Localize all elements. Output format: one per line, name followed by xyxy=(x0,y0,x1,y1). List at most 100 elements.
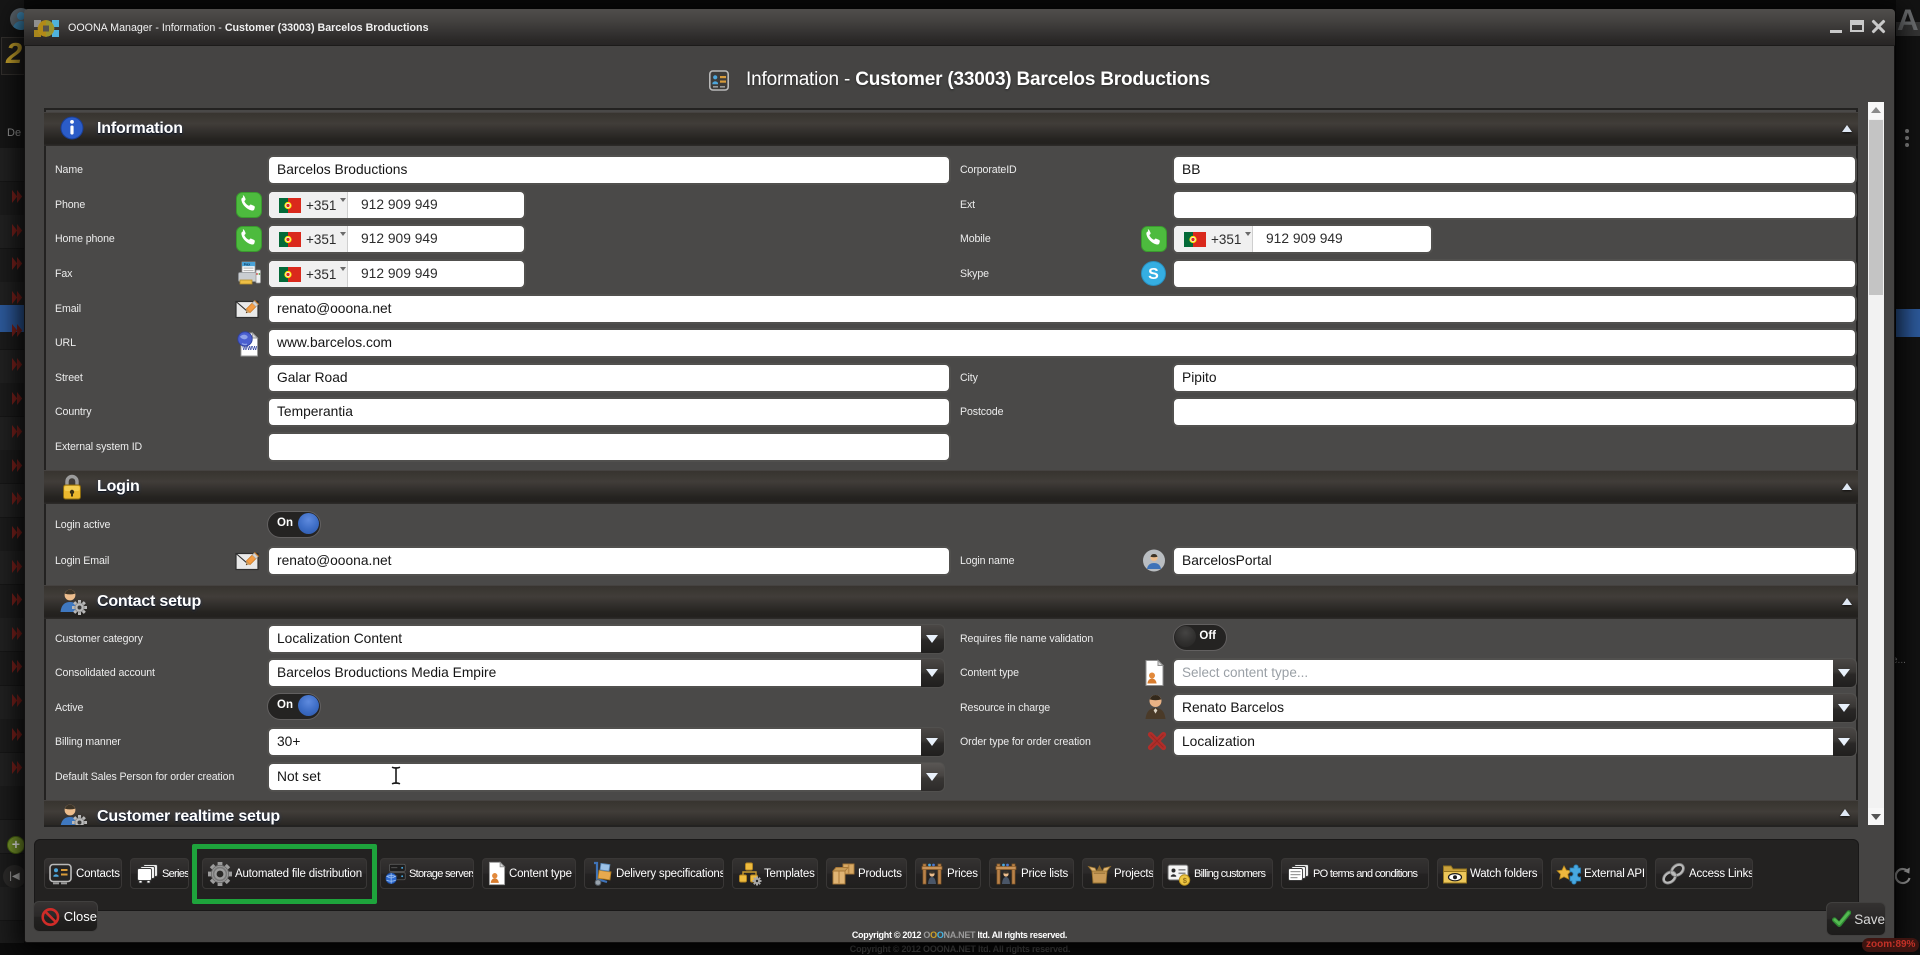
dial-code-selector[interactable]: +351 xyxy=(269,192,348,218)
scrollbar-thumb[interactable] xyxy=(1869,120,1883,295)
email-input[interactable]: renato@ooona.net xyxy=(267,294,1857,324)
close-button[interactable]: Close xyxy=(33,901,98,932)
section-header-customer-realtime-setup[interactable]: Customer realtime setup xyxy=(44,800,1858,825)
chevron-down-icon xyxy=(1245,232,1251,236)
city-input[interactable]: Pipito xyxy=(1172,363,1857,393)
toolbar-button-external-api[interactable]: External API xyxy=(1551,858,1647,889)
toolbar-button-delivery-specifications[interactable]: Delivery specifications xyxy=(584,858,724,889)
name-label: Name xyxy=(55,155,83,185)
street-input[interactable]: Galar Road xyxy=(267,363,951,393)
postcode-label: Postcode xyxy=(960,397,1003,427)
toolbar-button-content-type[interactable]: Content type xyxy=(482,858,576,889)
chevron-up-icon[interactable] xyxy=(1842,483,1852,490)
corporate-id-label: CorporateID xyxy=(960,155,1017,185)
login-active-toggle[interactable]: On xyxy=(267,511,321,538)
order-type-select[interactable]: Localization xyxy=(1172,727,1857,757)
dropdown-button[interactable] xyxy=(921,728,944,756)
corporate-id-input[interactable]: BB xyxy=(1172,155,1857,185)
chevron-up-icon[interactable] xyxy=(1842,125,1852,132)
section-header-login[interactable] xyxy=(44,470,1858,504)
skip-to-start-icon[interactable]: |◀ xyxy=(3,865,26,888)
chevron-down-icon xyxy=(340,267,346,271)
refresh-icon[interactable] xyxy=(1892,866,1913,887)
customer-category-select[interactable]: Localization Content xyxy=(267,624,945,654)
close-window-button[interactable] xyxy=(1871,19,1886,34)
scrollbar-down-button[interactable] xyxy=(1868,808,1884,825)
section-header-contact-setup[interactable] xyxy=(44,585,1858,619)
phone-input[interactable]: +351 912 909 949 xyxy=(267,190,526,220)
consolidated-account-select[interactable]: Barcelos Broductions Media Empire xyxy=(267,658,945,688)
login-email-input[interactable]: renato@ooona.net xyxy=(267,546,951,576)
scrollbar-up-button[interactable] xyxy=(1868,102,1884,119)
country-input[interactable]: Temperantia xyxy=(267,397,951,427)
dial-code-selector[interactable]: +351 xyxy=(269,226,348,252)
dropdown-button[interactable] xyxy=(921,625,944,653)
content-type-select[interactable]: Select content type... xyxy=(1172,658,1857,688)
maximize-button[interactable] xyxy=(1850,20,1864,32)
active-toggle[interactable]: On xyxy=(267,693,321,720)
select-value: Localization Content xyxy=(277,626,919,652)
section-bar xyxy=(44,800,1858,825)
minimize-button[interactable] xyxy=(1828,17,1844,35)
phone-number-value[interactable]: 912 909 949 xyxy=(1253,226,1343,252)
skype-input[interactable] xyxy=(1172,259,1857,289)
dial-code-value: +351 xyxy=(306,267,336,282)
phone-number-value[interactable]: 912 909 949 xyxy=(348,261,438,287)
dropdown-button[interactable] xyxy=(1833,694,1856,722)
copyright-prefix: Copyright © 2012 xyxy=(852,930,924,940)
home-phone-input[interactable]: +351 912 909 949 xyxy=(267,224,526,254)
window-title-regular: OOONA Manager - Information - xyxy=(68,22,225,34)
dropdown-button[interactable] xyxy=(921,763,944,791)
background-copyright: Copyright © 2012 OOONA.NET ltd. All righ… xyxy=(0,944,1920,954)
toolbar-button-templates[interactable]: Templates xyxy=(732,858,818,889)
chevron-right-icon xyxy=(11,290,23,305)
toolbar-button-products[interactable]: Products xyxy=(826,858,907,889)
toolbar-button-watch-folders[interactable]: Watch folders xyxy=(1437,858,1543,889)
folder-eye-icon xyxy=(1442,862,1468,885)
postcode-input[interactable] xyxy=(1172,397,1857,427)
toolbar-button-access-links[interactable]: Access Links xyxy=(1655,858,1753,889)
dropdown-button[interactable] xyxy=(1833,659,1856,687)
url-input[interactable]: www.barcelos.com xyxy=(267,328,1857,358)
dial-code-selector[interactable]: +351 xyxy=(269,261,348,287)
toolbar-button-projects[interactable]: Projects xyxy=(1082,858,1154,889)
toolbar-button-billing-customers[interactable]: $ Billing customers xyxy=(1162,858,1273,889)
fax-label: Fax xyxy=(55,259,72,289)
user-cloud-icon xyxy=(1142,549,1166,572)
phone-number-value[interactable]: 912 909 949 xyxy=(348,226,438,252)
resource-in-charge-select[interactable]: Renato Barcelos xyxy=(1172,693,1857,723)
dial-code-selector[interactable]: +351 xyxy=(1174,226,1253,252)
dial-code-value: +351 xyxy=(306,232,336,247)
chevron-up-icon[interactable] xyxy=(1842,598,1852,605)
billing-manner-label: Billing manner xyxy=(55,727,121,757)
toolbar-button-label: Contacts xyxy=(76,868,120,880)
name-input[interactable]: Barcelos Broductions xyxy=(267,155,951,185)
dropdown-button[interactable] xyxy=(1833,728,1856,756)
default-sales-person-select[interactable]: Not set xyxy=(267,762,945,792)
toolbar-button-label: External API xyxy=(1584,868,1645,880)
chevron-up-icon[interactable] xyxy=(1840,809,1850,816)
mobile-input[interactable]: +351 912 909 949 xyxy=(1172,224,1433,254)
page-title-regular: Information - xyxy=(746,69,855,90)
login-name-input[interactable]: BarcelosPortal xyxy=(1172,546,1857,576)
chevron-right-icon xyxy=(11,323,23,338)
section-header-information[interactable] xyxy=(44,112,1858,146)
ext-input[interactable] xyxy=(1172,190,1857,220)
external-system-id-input[interactable] xyxy=(267,432,951,462)
requires-file-name-validation-toggle[interactable]: Off xyxy=(1173,624,1227,651)
toolbar-button-contacts[interactable]: Contacts xyxy=(44,858,122,889)
dropdown-button[interactable] xyxy=(921,659,944,687)
add-icon[interactable]: + xyxy=(7,836,25,854)
external-system-id-label: External system ID xyxy=(55,432,142,462)
chevron-down-icon xyxy=(1838,738,1850,746)
toolbar-button-price-lists[interactable]: Price lists xyxy=(989,858,1074,889)
boxes-icon xyxy=(831,862,856,886)
toolbar-button-po-terms[interactable]: PO terms and conditions xyxy=(1281,858,1429,889)
toolbar-button-storage-servers[interactable]: Storage servers xyxy=(380,858,474,889)
fax-input[interactable]: +351 912 909 949 xyxy=(267,259,526,289)
phone-number-value[interactable]: 912 909 949 xyxy=(348,192,438,218)
billing-manner-select[interactable]: 30+ xyxy=(267,727,945,757)
screen: 2 De + |◀ A e... Copyright © 2012 OOONA.… xyxy=(0,0,1920,955)
toolbar-button-prices[interactable]: Prices xyxy=(915,858,981,889)
toolbar-button-series[interactable]: Series xyxy=(130,858,189,889)
